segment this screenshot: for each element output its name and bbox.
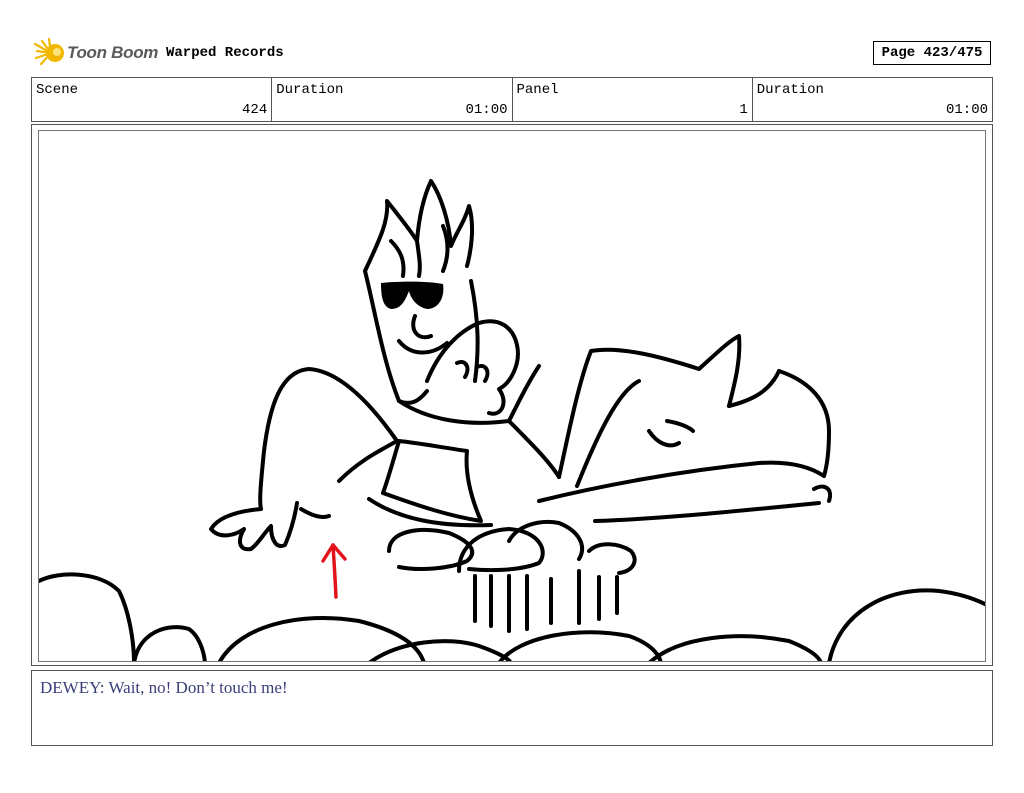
- panel-duration-value: 01:00: [945, 102, 988, 118]
- storyboard-drawing: [38, 130, 986, 662]
- scene-info-table: Scene 424 Duration 01:00 Panel 1 Duratio…: [31, 77, 993, 122]
- red-arrow-annotation: [321, 543, 347, 599]
- dialogue-text: DEWEY: Wait, no! Don’t touch me!: [40, 678, 288, 697]
- panel-cell: Panel 1: [513, 78, 753, 121]
- dialogue-box: DEWEY: Wait, no! Don’t touch me!: [31, 670, 993, 746]
- page-indicator: Page 423/475: [873, 41, 991, 65]
- scene-label: Scene: [36, 82, 79, 98]
- starburst-icon: [33, 38, 64, 66]
- scene-duration-label: Duration: [276, 82, 344, 98]
- scene-cell: Scene 424: [32, 78, 273, 121]
- sketch-left-arm: [258, 367, 399, 511]
- sketch-canvas: [39, 179, 985, 661]
- panel-value: 1: [739, 102, 748, 118]
- panel-duration-cell: Duration 01:00: [753, 78, 992, 121]
- toon-boom-logo: Toon Boom: [33, 38, 158, 68]
- sketch-torso: [397, 364, 541, 425]
- sketch-hand: [425, 319, 520, 416]
- sketch-crowd: [39, 572, 136, 661]
- sketch-sunglasses: [381, 281, 444, 309]
- sketch-cape: [777, 369, 831, 478]
- scene-duration-cell: Duration 01:00: [272, 78, 513, 121]
- scene-duration-value: 01:00: [465, 102, 508, 118]
- scene-value: 424: [242, 102, 268, 118]
- panel-label: Panel: [516, 82, 559, 98]
- sketch-left-hand: [209, 501, 299, 552]
- brand-name: Toon Boom: [67, 43, 159, 62]
- sketch-right-arm: [557, 334, 742, 479]
- sketch-shirt: [381, 439, 483, 523]
- project-title: Warped Records: [166, 45, 284, 61]
- panel-duration-label: Duration: [756, 82, 824, 98]
